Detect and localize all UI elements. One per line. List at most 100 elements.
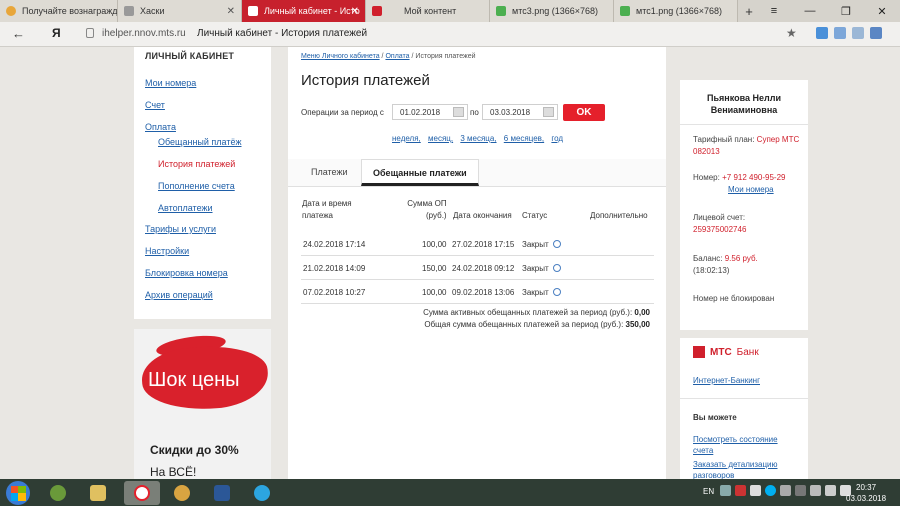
divider xyxy=(680,398,808,399)
balance-info: Баланс: 9.56 руб. (18:02:13) xyxy=(693,254,758,275)
skype-icon[interactable] xyxy=(765,485,776,496)
window-controls: ≡ — ❐ ✕ xyxy=(756,0,900,22)
number-info: Номер: +7 912 490-95-29 Мои номера xyxy=(693,173,786,194)
total-active-promised: Сумма активных обещанных платежей за пер… xyxy=(423,308,650,317)
sidebar-item-archive[interactable]: Архив операций xyxy=(145,290,213,300)
url-text[interactable]: ihelper.nnov.mts.ru xyxy=(102,28,186,39)
col-header-status: Статус xyxy=(522,211,548,220)
sidebar-item-settings[interactable]: Настройки xyxy=(145,246,189,256)
period-label: Операции за период с xyxy=(301,108,384,117)
date-from-field[interactable]: 01.02.2018 xyxy=(392,104,468,120)
sidebar-item-account[interactable]: Счет xyxy=(145,100,165,110)
minimize-icon[interactable]: — xyxy=(792,0,828,22)
breadcrumb-payment-link[interactable]: Оплата xyxy=(385,53,409,60)
cloud-icon[interactable] xyxy=(816,27,828,39)
tab-personal-cabinet[interactable]: Личный кабинет - Исто ✕ xyxy=(242,0,366,22)
lock-icon[interactable] xyxy=(86,28,94,38)
close-icon[interactable]: ✕ xyxy=(864,0,900,22)
sidebar-item-top-up[interactable]: Пополнение счета xyxy=(158,181,235,191)
row-date: 07.02.2018 10:27 xyxy=(303,288,366,297)
mts-favicon-icon xyxy=(372,6,382,16)
order-details-link[interactable]: Заказать детализацию разговоров xyxy=(693,459,793,481)
breadcrumb-menu-link[interactable]: Меню Личного кабинета xyxy=(301,53,380,60)
sidebar-item-payment[interactable]: Оплата xyxy=(145,122,176,132)
sidebar-item-autopayments[interactable]: Автоплатежи xyxy=(158,203,213,213)
image-favicon-icon xyxy=(620,6,630,16)
table-row: 24.02.2018 17:14 100,00 27.02.2018 17:15… xyxy=(301,231,654,256)
tab-my-content[interactable]: Мой контент xyxy=(366,0,490,22)
taskbar-telegram-icon[interactable] xyxy=(244,481,280,505)
taskbar-folder-icon[interactable] xyxy=(80,481,116,505)
sidebar-heading: ЛИЧНЫЙ КАБИНЕТ xyxy=(145,51,235,61)
taskbar-app-icon[interactable] xyxy=(164,481,200,505)
period-6-months-link[interactable]: 6 месяцев, xyxy=(504,134,544,143)
row-end-date: 09.02.2018 13:06 xyxy=(452,288,515,297)
table-row: 07.02.2018 10:27 100,00 09.02.2018 13:06… xyxy=(301,279,654,304)
mts-logo-icon xyxy=(693,346,705,358)
mail-icon[interactable] xyxy=(852,27,864,39)
sidebar-item-tariffs[interactable]: Тарифы и услуги xyxy=(145,224,216,234)
rewards-favicon-icon xyxy=(6,6,16,16)
tab-mts3-png[interactable]: мтс3.png (1366×768) xyxy=(490,0,614,22)
my-numbers-link[interactable]: Мои номера xyxy=(728,185,774,194)
sidebar-item-block-number[interactable]: Блокировка номера xyxy=(145,268,228,278)
promo-headline: Шок цены xyxy=(148,369,240,391)
tray-app-icon[interactable] xyxy=(795,485,806,496)
tab-promised-payments[interactable]: Обещанные платежи xyxy=(361,159,479,186)
period-year-link[interactable]: год xyxy=(551,134,563,143)
period-week-link[interactable]: неделя, xyxy=(392,134,421,143)
promo-banner[interactable]: Шок цены Скидки до 30% На ВСЁ! xyxy=(134,329,271,479)
download-icon[interactable] xyxy=(870,27,882,39)
row-status: Закрыт xyxy=(522,264,561,273)
info-icon[interactable] xyxy=(552,288,561,296)
tray-app-icon[interactable] xyxy=(735,485,746,496)
tab-payments[interactable]: Платежи xyxy=(300,159,359,186)
check-account-link[interactable]: Посмотреть состояние счета xyxy=(693,434,793,456)
tab-rewards[interactable]: Получайте вознагражде xyxy=(0,0,118,22)
sidebar-item-payment-history[interactable]: История платежей xyxy=(158,159,235,169)
page-title-in-omnibox[interactable]: Личный кабинет - История платежей xyxy=(197,28,367,39)
taskbar-yandex-browser-icon[interactable] xyxy=(124,481,160,505)
mts-bank-logo[interactable]: МТС Банк xyxy=(693,346,759,358)
page-content: ЛИЧНЫЙ КАБИНЕТ Мои номера Счет Оплата Об… xyxy=(0,47,900,481)
sidebar-item-promised-payment[interactable]: Обещанный платёж xyxy=(158,137,242,147)
tab-husky[interactable]: Хаски ✕ xyxy=(118,0,242,22)
close-tab-icon[interactable]: ✕ xyxy=(227,6,235,17)
account-card: Пьянкова Нелли Вениаминовна Тарифный пла… xyxy=(680,80,808,330)
windows-start-icon[interactable] xyxy=(6,481,30,505)
internet-banking-link[interactable]: Интернет-Банкинг xyxy=(693,375,760,386)
page-title: История платежей xyxy=(301,72,430,89)
bookmark-star-icon[interactable]: ★ xyxy=(786,26,797,40)
period-month-link[interactable]: месяц, xyxy=(428,134,453,143)
input-language[interactable]: EN xyxy=(703,487,714,496)
mail-icon[interactable] xyxy=(834,27,846,39)
yandex-logo-icon[interactable]: Я xyxy=(52,26,61,40)
tab-mts1-png[interactable]: мтс1.png (1366×768) xyxy=(614,0,738,22)
quick-period-links: неделя, месяц, 3 месяца, 6 месяцев, год xyxy=(392,134,568,143)
date-to-field[interactable]: 03.03.2018 xyxy=(482,104,558,120)
tray-app-icon[interactable] xyxy=(810,485,821,496)
breadcrumb: Меню Личного кабинета / Оплата / История… xyxy=(301,53,476,60)
info-icon[interactable] xyxy=(552,240,561,248)
tray-arrow-icon[interactable] xyxy=(720,485,731,496)
back-arrow-icon[interactable]: ← xyxy=(12,26,25,41)
info-icon[interactable] xyxy=(552,264,561,272)
tray-app-icon[interactable] xyxy=(780,485,791,496)
close-tab-icon[interactable]: ✕ xyxy=(351,6,359,17)
row-status: Закрыт xyxy=(522,240,561,249)
mts-favicon-icon xyxy=(248,6,258,16)
sidebar-item-my-numbers[interactable]: Мои номера xyxy=(145,78,196,88)
calendar-icon[interactable] xyxy=(453,107,464,117)
tariff-info: Тарифный план: Супер МТС 082013 xyxy=(693,135,800,156)
tray-app-icon[interactable] xyxy=(750,485,761,496)
taskbar-app-icon[interactable] xyxy=(40,481,76,505)
restore-icon[interactable]: ❐ xyxy=(828,0,864,22)
menu-icon[interactable]: ≡ xyxy=(756,0,792,22)
taskbar-word-icon[interactable] xyxy=(204,481,240,505)
system-clock[interactable]: 20:37 03.03.2018 xyxy=(846,482,886,504)
calendar-icon[interactable] xyxy=(543,107,554,117)
ok-button[interactable]: OK xyxy=(563,104,605,121)
network-icon[interactable] xyxy=(825,485,836,496)
period-3-months-link[interactable]: 3 месяца, xyxy=(460,134,496,143)
you-can-heading: Вы можете xyxy=(693,413,737,422)
